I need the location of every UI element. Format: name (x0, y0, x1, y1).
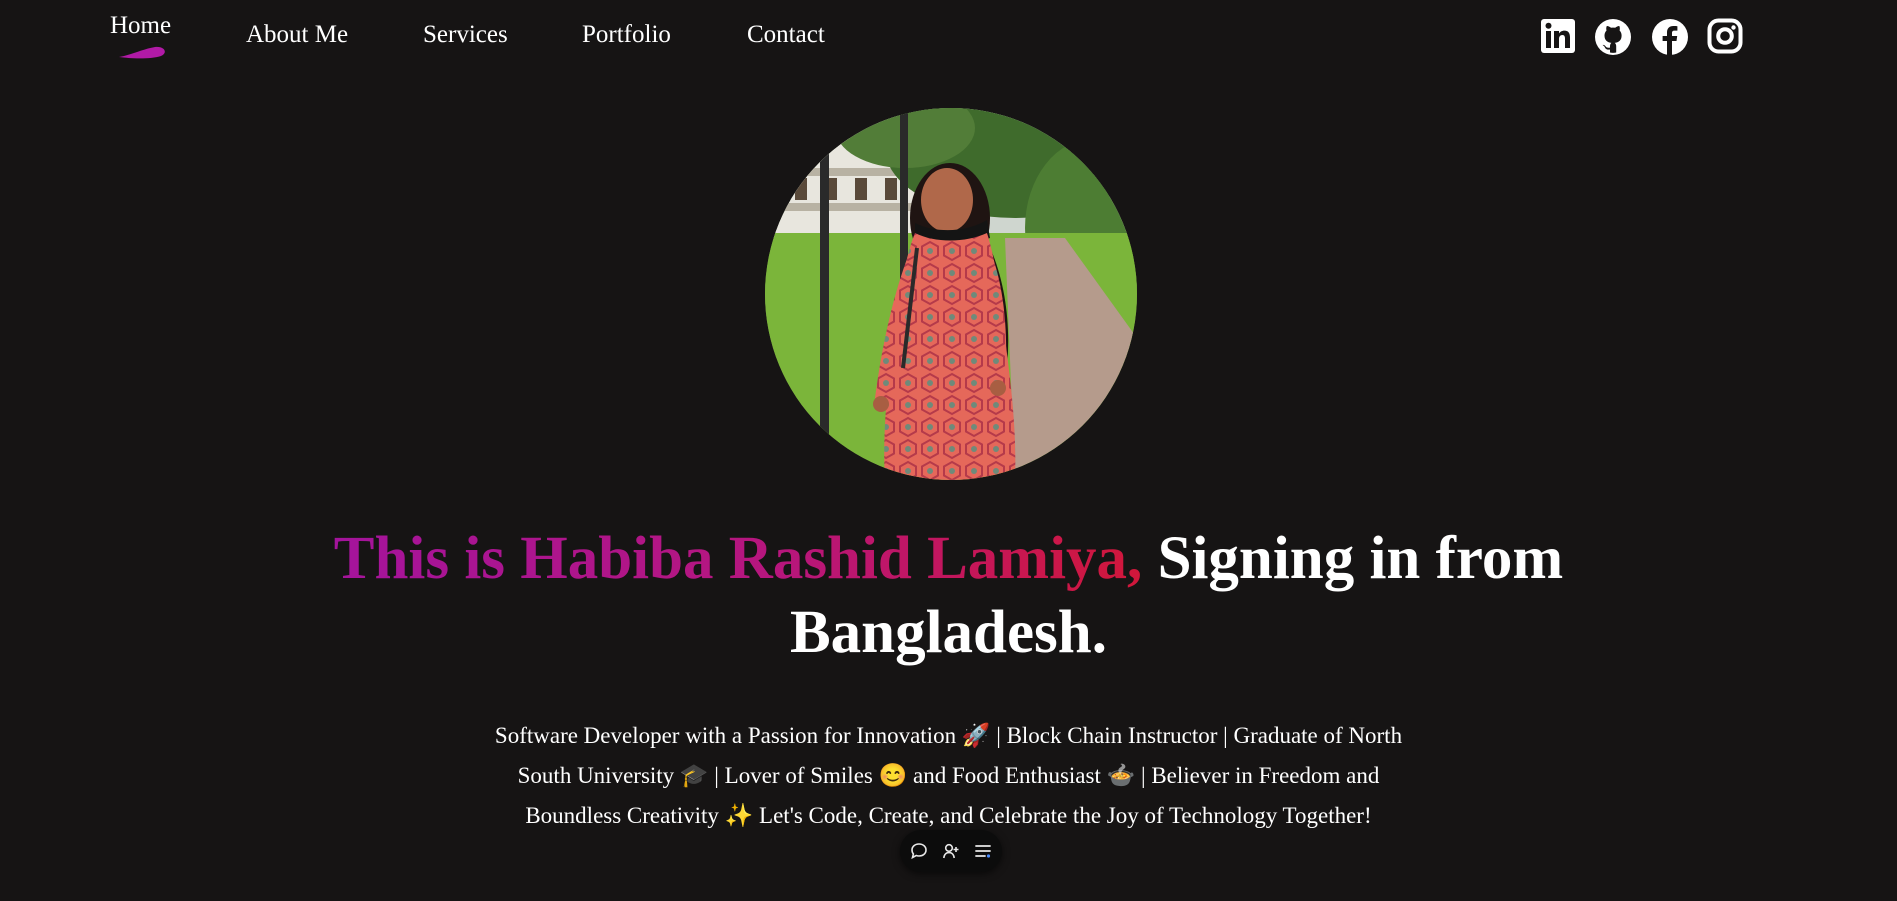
active-indicator-icon (119, 46, 165, 59)
hero-bio: Software Developer with a Passion for In… (494, 723, 1403, 828)
list-icon[interactable] (972, 840, 994, 862)
headline-name: This is Habiba Rashid Lamiya, (333, 525, 1143, 592)
floating-toolbar (900, 830, 1002, 872)
nav-contact-link[interactable]: Contact (747, 20, 825, 50)
page: Home About Me Services Portfolio Contact (0, 0, 1897, 901)
user-add-icon[interactable] (940, 840, 962, 862)
hero-headline: This is Habiba Rashid Lamiya, Signing in… (200, 522, 1697, 670)
nav-portfolio-link[interactable]: Portfolio (582, 20, 671, 50)
github-icon[interactable] (1594, 18, 1632, 56)
nav-about-link[interactable]: About Me (246, 20, 348, 50)
nav-home-label: Home (110, 12, 172, 39)
nav-home-link[interactable]: Home (110, 11, 171, 61)
facebook-icon[interactable] (1651, 18, 1689, 56)
comment-icon[interactable] (908, 840, 930, 862)
instagram-icon[interactable] (1707, 18, 1743, 54)
linkedin-icon[interactable] (1540, 18, 1576, 54)
profile-photo (765, 108, 1137, 480)
top-nav: Home About Me Services Portfolio Contact (0, 0, 1897, 80)
nav-services-link[interactable]: Services (423, 20, 508, 50)
